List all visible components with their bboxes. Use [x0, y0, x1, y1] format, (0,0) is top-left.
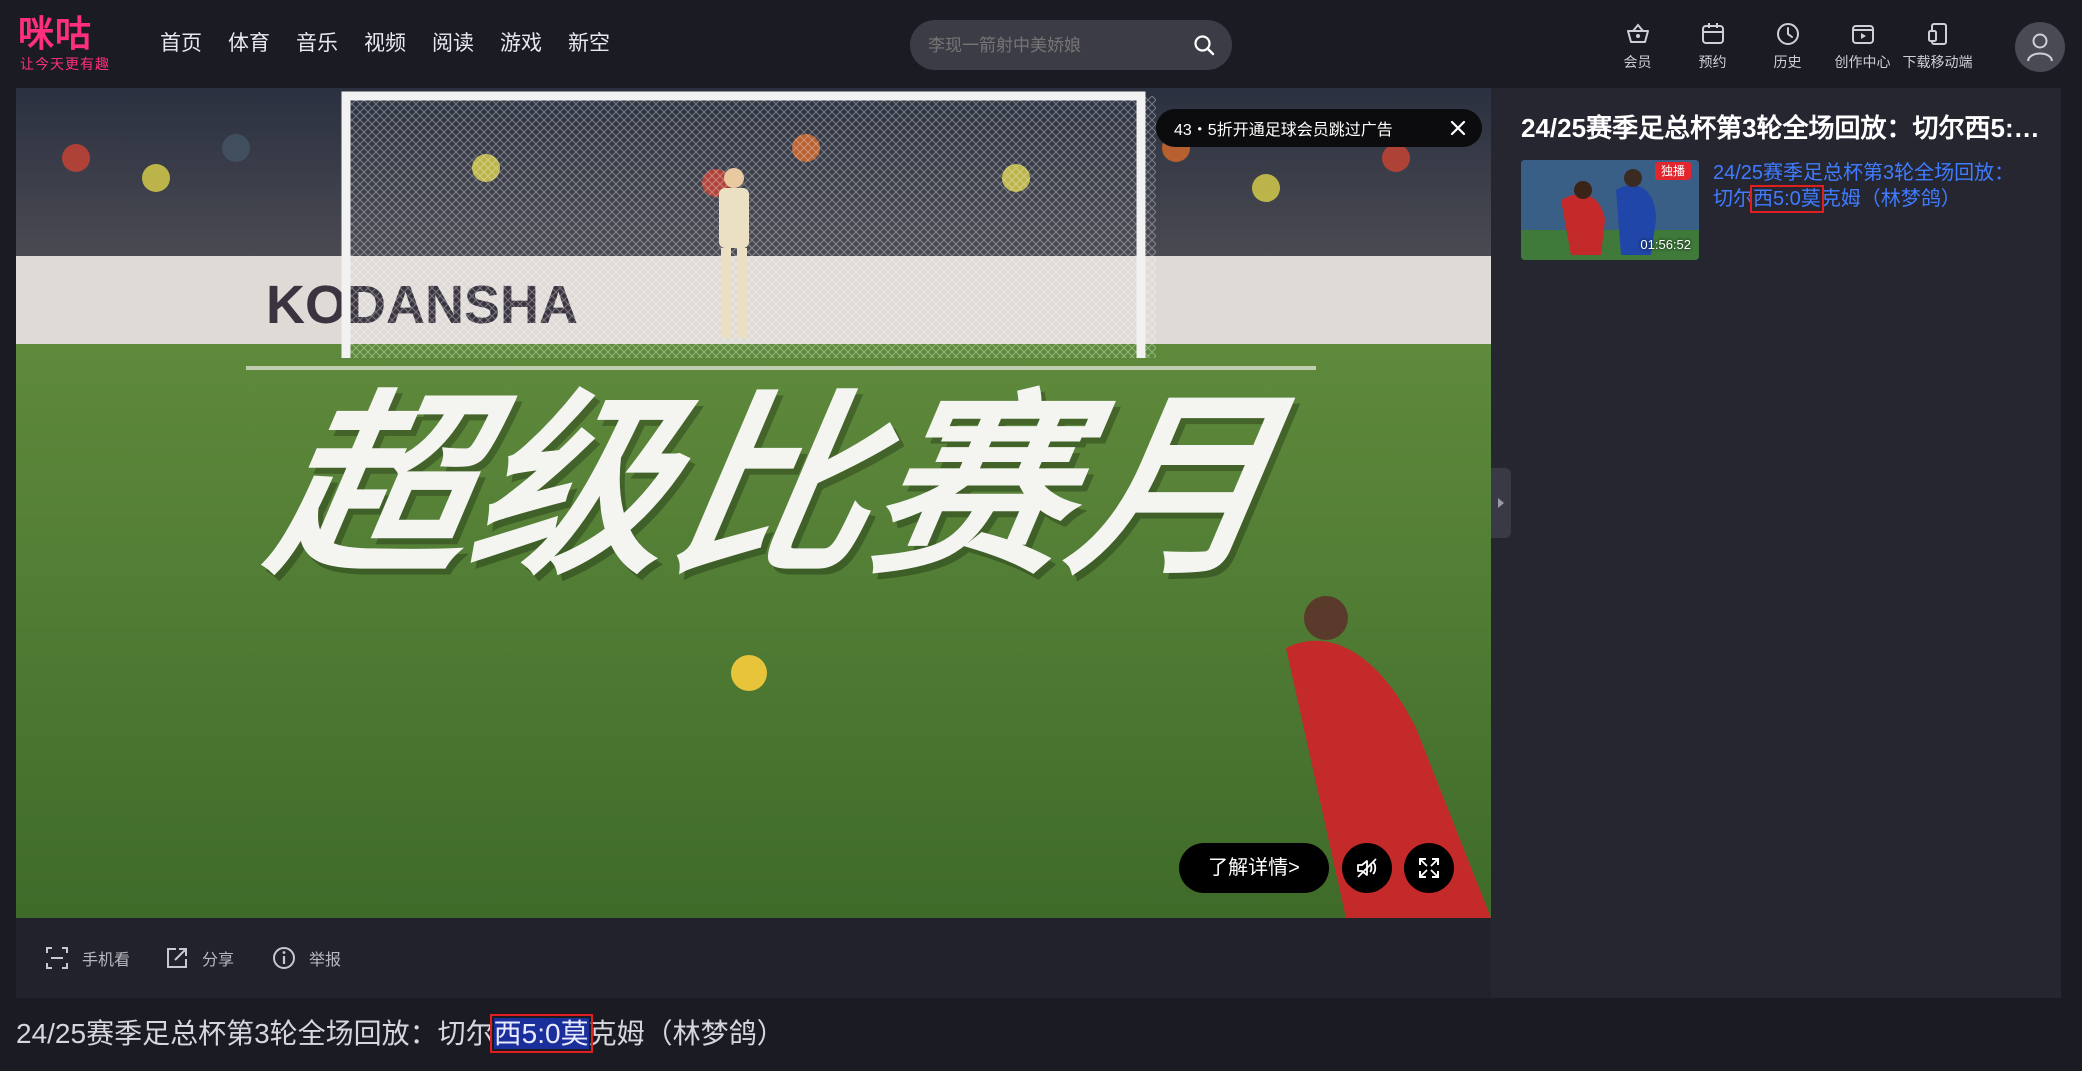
vip-button[interactable]: 会员 — [1600, 20, 1675, 76]
nav-item-music[interactable]: 音乐 — [296, 26, 338, 62]
sound-off-icon — [1357, 858, 1377, 878]
chevron-right-icon — [1498, 498, 1504, 508]
collapse-panel-button[interactable] — [1491, 468, 1511, 538]
playlist-item-title-end: 克姆（林梦鸽） — [1820, 188, 1961, 210]
page-title: 24/25赛季足总杯第3轮全场回放：切尔西5:0莫克姆（林梦鸽） — [16, 1010, 785, 1058]
mute-button[interactable] — [1342, 843, 1392, 893]
download-mobile-label: 下载移动端 — [1902, 54, 1973, 70]
creator-center-button[interactable]: 创作中心 — [1825, 20, 1900, 76]
side-panel-title: 24/25赛季足总杯第3轮全场回放：切尔西5:0莫克姆（林梦鸽） — [1521, 113, 2041, 143]
share-icon — [167, 948, 187, 968]
watch-on-phone-label: 手机看 — [82, 952, 131, 969]
report-label: 举报 — [309, 952, 342, 969]
logo-text: 咪咕 — [18, 13, 93, 54]
share-label: 分享 — [202, 952, 235, 969]
history-button[interactable]: 历史 — [1750, 20, 1825, 76]
video-duration: 01:56:52 — [1640, 237, 1691, 252]
video-action-bar: 手机看 分享 举报 — [16, 918, 1491, 998]
fullscreen-button[interactable] — [1404, 843, 1454, 893]
search-icon[interactable] — [1192, 33, 1216, 57]
exclusive-badge: 独播 — [1654, 162, 1691, 180]
creator-center-label: 创作中心 — [1834, 54, 1891, 70]
header-tools: 会员 预约 历史 创作中心 下载移动端 — [1600, 20, 1975, 76]
nav-item-xinkong[interactable]: 新空 — [568, 26, 610, 62]
skip-ad-pill[interactable]: 43・5折开通足球会员跳过广告 — [1156, 109, 1482, 147]
page-title-end: 克姆（林梦鸽） — [588, 1018, 785, 1049]
side-panel: 24/25赛季足总杯第3轮全场回放：切尔西5:0莫克姆（林梦鸽） 独播 01:5… — [1491, 88, 2061, 998]
nav-item-home[interactable]: 首页 — [160, 26, 202, 62]
playlist-item-title[interactable]: 24/25赛季足总杯第3轮全场回放：切尔西5:0莫克姆（林梦鸽） — [1713, 160, 2033, 213]
migu-logo[interactable]: 咪咕 让今天更有趣 — [18, 14, 128, 74]
scan-phone-icon — [46, 947, 68, 969]
learn-more-button[interactable]: 了解详情> — [1179, 843, 1329, 893]
main-nav: 首页 体育 音乐 视频 阅读 游戏 新空 — [160, 26, 636, 62]
report-button[interactable]: 举报 — [271, 944, 341, 972]
reservation-label: 预约 — [1698, 54, 1727, 70]
info-report-icon — [273, 947, 295, 969]
playlist-item-thumbnail[interactable]: 独播 01:56:52 — [1521, 160, 1699, 260]
reservation-button[interactable]: 预约 — [1675, 20, 1750, 76]
user-avatar-icon — [2027, 33, 2053, 62]
search-input[interactable] — [926, 20, 1180, 72]
share-button[interactable]: 分享 — [164, 944, 234, 972]
history-clock-icon — [1776, 23, 1799, 45]
download-mobile-button[interactable]: 下载移动端 — [1900, 20, 1975, 76]
history-label: 历史 — [1773, 54, 1802, 70]
creator-center-icon — [1851, 25, 1874, 44]
fullscreen-icon — [1419, 858, 1439, 878]
playlist-item[interactable]: 独播 01:56:52 24/25赛季足总杯第3轮全场回放：切尔西5:0莫克姆（… — [1521, 160, 2041, 260]
nav-item-video[interactable]: 视频 — [364, 26, 406, 62]
top-header: 咪咕 让今天更有趣 首页 体育 音乐 视频 阅读 游戏 新空 会员 预约 历史 — [0, 0, 2082, 88]
page-title-start: 24/25赛季足总杯第3轮全场回放：切尔 — [16, 1018, 494, 1049]
close-icon[interactable] — [1450, 120, 1466, 136]
vip-label: 会员 — [1623, 54, 1652, 70]
logo-slogan: 让今天更有趣 — [20, 56, 110, 72]
search-box — [910, 20, 1232, 72]
nav-item-reading[interactable]: 阅读 — [432, 26, 474, 62]
vip-basket-icon — [1626, 23, 1649, 43]
watch-on-phone-button[interactable]: 手机看 — [44, 944, 130, 972]
download-mobile-icon — [1927, 23, 1947, 45]
user-avatar[interactable] — [2015, 22, 2065, 72]
nav-item-games[interactable]: 游戏 — [500, 26, 542, 62]
playlist-item-title-highlight: 西5:0莫 — [1750, 185, 1824, 213]
ad-banner-text: 超级比赛月 — [255, 374, 1297, 602]
video-player[interactable]: KODANSHA 43・5折开通足球会员跳过广告 超级比赛月 了解详情> — [16, 88, 1491, 918]
nav-item-sports[interactable]: 体育 — [228, 26, 270, 62]
page-title-selected-text[interactable]: 西5:0莫 — [489, 1014, 593, 1053]
skip-ad-text: 43・5折开通足球会员跳过广告 — [1174, 122, 1393, 139]
calendar-icon — [1701, 23, 1724, 44]
